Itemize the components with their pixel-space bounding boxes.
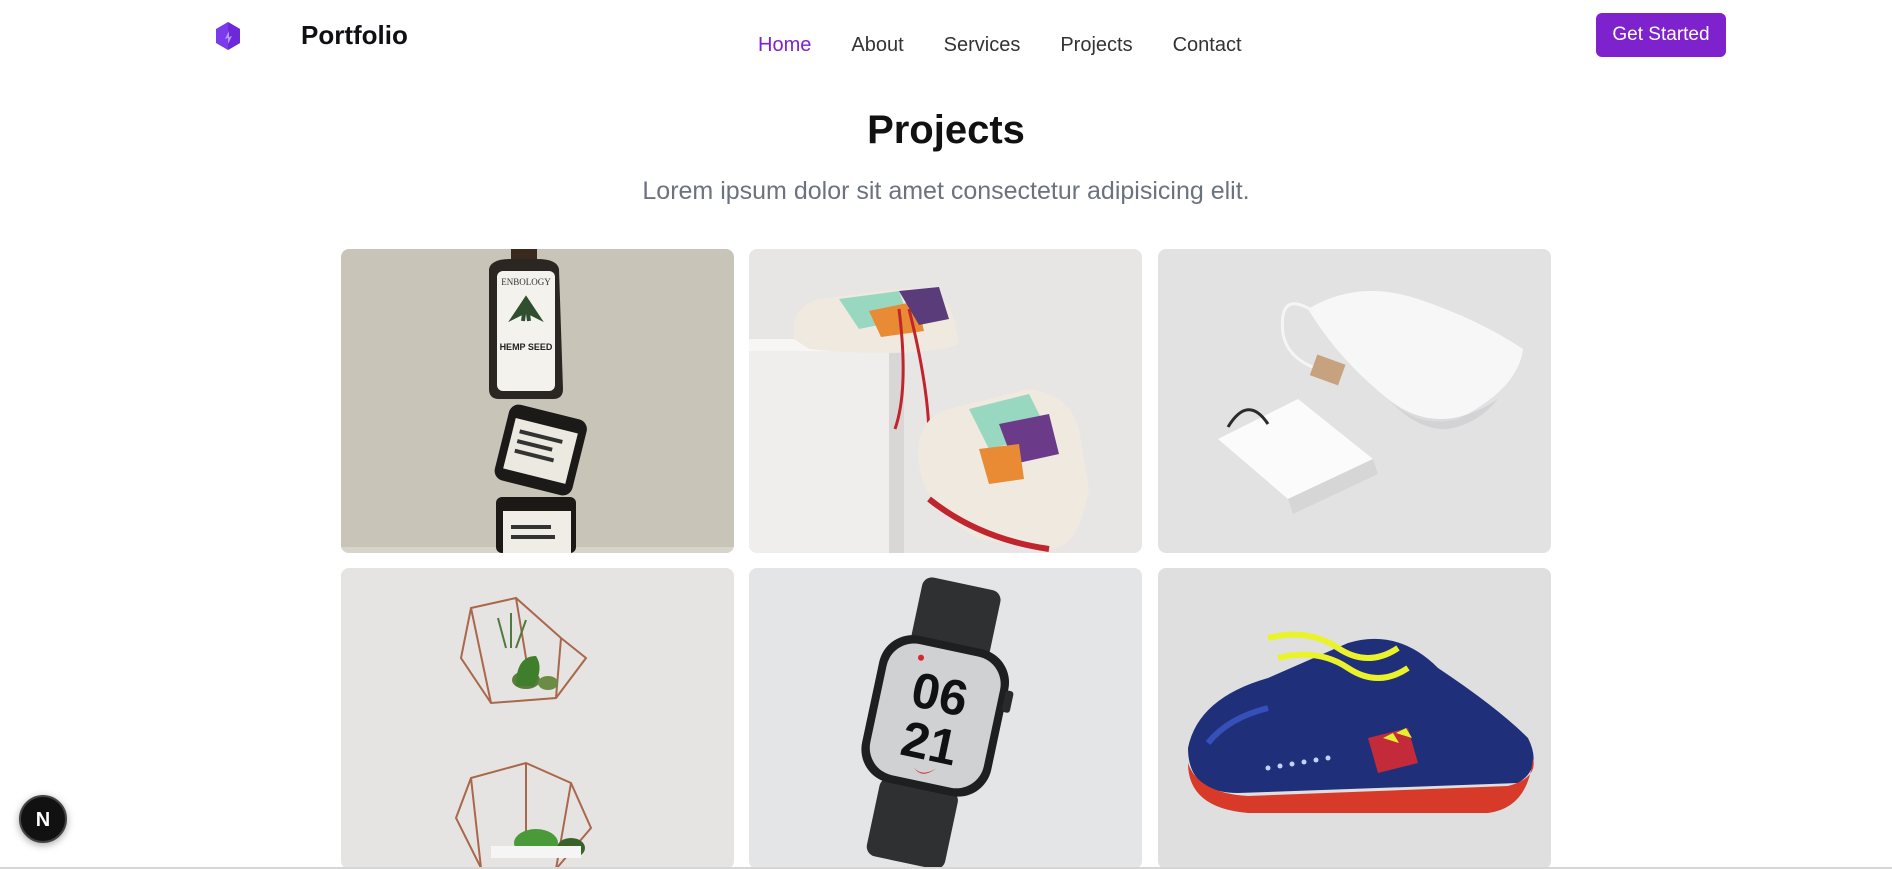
project-card-terrariums[interactable] (341, 568, 734, 869)
white-bags-mockup-photo (1158, 249, 1551, 553)
brand-name[interactable]: Portfolio (301, 20, 408, 51)
watch-minute-text: 21 (896, 710, 962, 776)
sneakers-on-pedestal-photo (749, 249, 1142, 553)
smartwatch-photo: 06 21 (749, 568, 1142, 869)
nav-contact[interactable]: Contact (1173, 34, 1242, 57)
project-card-sneakers[interactable] (749, 249, 1142, 553)
project-card-watch[interactable]: 06 21 (749, 568, 1142, 869)
next-dev-indicator-icon[interactable]: N (19, 795, 67, 843)
hemp-seed-bottles-photo: ENBOLOGY HEMP SEED (341, 249, 734, 553)
nav-projects[interactable]: Projects (1060, 34, 1132, 57)
geometric-terrariums-photo (341, 568, 734, 869)
dev-badge-letter: N (36, 809, 50, 831)
nav-services[interactable]: Services (944, 34, 1021, 57)
main-nav: Home About Services Projects Contact (758, 34, 1282, 57)
nav-home[interactable]: Home (758, 34, 811, 57)
logo-icon[interactable] (212, 20, 244, 52)
section-title: Projects (867, 108, 1025, 152)
blue-soccer-shoe-photo (1158, 568, 1551, 869)
bottle-brand-text: ENBOLOGY (501, 277, 551, 287)
project-card-bags[interactable] (1158, 249, 1551, 553)
n-logo-icon: N (36, 809, 50, 831)
section-subtitle: Lorem ipsum dolor sit amet consectetur a… (642, 177, 1250, 205)
bottle-label-text: HEMP SEED (500, 342, 553, 352)
project-card-soccer-shoe[interactable] (1158, 568, 1551, 869)
project-card-hemp-seed[interactable]: ENBOLOGY HEMP SEED (341, 249, 734, 553)
get-started-button[interactable]: Get Started (1596, 13, 1726, 57)
nav-about[interactable]: About (851, 34, 903, 57)
